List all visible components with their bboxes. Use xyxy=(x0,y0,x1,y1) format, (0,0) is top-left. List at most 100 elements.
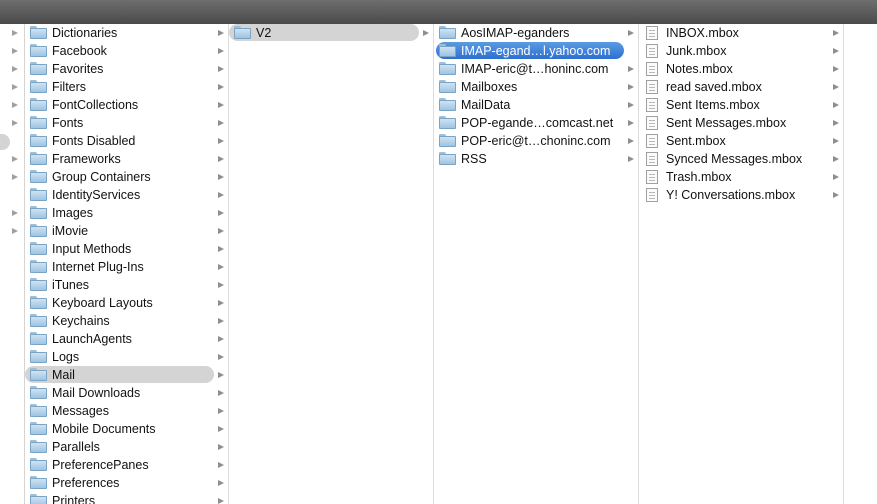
chevron-right-icon xyxy=(218,444,224,450)
list-item[interactable]: Messages xyxy=(25,402,228,420)
list-item[interactable]: IMAP-egand…l.yahoo.com xyxy=(434,42,638,60)
list-item[interactable]: PreferencePanes xyxy=(25,456,228,474)
list-item[interactable]: V2 xyxy=(229,24,433,42)
list-item[interactable]: Facebook xyxy=(25,42,228,60)
list-item[interactable]: Input Methods xyxy=(25,240,228,258)
chevron-right-icon xyxy=(628,120,634,126)
folder-icon xyxy=(30,80,47,94)
folder-icon xyxy=(30,134,47,148)
column-parent-edge[interactable] xyxy=(0,24,25,504)
folder-icon xyxy=(439,152,456,166)
list-item[interactable]: Filters xyxy=(25,78,228,96)
folder-icon xyxy=(30,62,47,76)
folder-icon xyxy=(439,134,456,148)
folder-icon xyxy=(30,368,47,382)
list-item[interactable]: FontCollections xyxy=(25,96,228,114)
list-item[interactable]: POP-eric@t…choninc.com xyxy=(434,132,638,150)
list-item[interactable]: Trash.mbox xyxy=(639,168,843,186)
list-item[interactable]: IMAP-eric@t…honinc.com xyxy=(434,60,638,78)
item-label: POP-eric@t…choninc.com xyxy=(461,134,611,148)
list-item[interactable]: Mail Downloads xyxy=(25,384,228,402)
item-label: INBOX.mbox xyxy=(666,26,739,40)
column-imap-yahoo[interactable]: INBOX.mbox Junk.mbox Notes.mbox read saved.… xyxy=(639,24,844,504)
list-item[interactable]: Keyboard Layouts xyxy=(25,294,228,312)
list-item[interactable]: MailData xyxy=(434,96,638,114)
column-library[interactable]: Dictionaries Facebook Favorites Filters Font… xyxy=(25,24,229,504)
chevron-right-icon xyxy=(218,354,224,360)
item-label: Sent.mbox xyxy=(666,134,726,148)
chevron-right-icon xyxy=(218,426,224,432)
folder-icon xyxy=(30,278,47,292)
chevron-right-icon xyxy=(12,156,18,162)
list-item[interactable]: Mailboxes xyxy=(434,78,638,96)
list-item[interactable]: Sent Items.mbox xyxy=(639,96,843,114)
item-label: Facebook xyxy=(52,44,107,58)
list-item[interactable]: Mobile Documents xyxy=(25,420,228,438)
list-item[interactable]: Internet Plug-Ins xyxy=(25,258,228,276)
list-item[interactable]: Keychains xyxy=(25,312,228,330)
column-mail[interactable]: V2 xyxy=(229,24,434,504)
folder-icon xyxy=(439,26,456,40)
chevron-right-icon xyxy=(628,102,634,108)
list-item[interactable]: Fonts Disabled xyxy=(25,132,228,150)
chevron-right-icon xyxy=(423,30,429,36)
item-label: Trash.mbox xyxy=(666,170,732,184)
item-label: Input Methods xyxy=(52,242,132,256)
chevron-right-icon xyxy=(218,498,224,504)
list-item[interactable]: Parallels xyxy=(25,438,228,456)
folder-icon xyxy=(30,152,47,166)
list-item[interactable]: Images xyxy=(25,204,228,222)
item-label: Fonts Disabled xyxy=(52,134,136,148)
list-item[interactable]: Sent.mbox xyxy=(639,132,843,150)
chevron-right-icon xyxy=(12,120,18,126)
list-item[interactable]: Printers xyxy=(25,492,228,504)
folder-icon xyxy=(30,494,47,504)
chevron-right-icon xyxy=(218,30,224,36)
folder-icon xyxy=(439,98,456,112)
list-item[interactable]: Y! Conversations.mbox xyxy=(639,186,843,204)
folder-icon xyxy=(30,476,47,490)
mbox-package-icon xyxy=(646,188,658,202)
list-item[interactable]: INBOX.mbox xyxy=(639,24,843,42)
folder-icon xyxy=(30,458,47,472)
finder-column-browser: Dictionaries Facebook Favorites Filters Font… xyxy=(0,24,877,504)
folder-icon xyxy=(30,170,47,184)
item-label: Images xyxy=(52,206,93,220)
selection-highlight xyxy=(0,134,10,150)
list-item[interactable]: AosIMAP-eganders xyxy=(434,24,638,42)
list-item[interactable]: IdentityServices xyxy=(25,186,228,204)
list-item[interactable]: RSS xyxy=(434,150,638,168)
list-item[interactable]: LaunchAgents xyxy=(25,330,228,348)
chevron-right-icon xyxy=(218,174,224,180)
chevron-right-icon xyxy=(12,228,18,234)
list-item[interactable]: Junk.mbox xyxy=(639,42,843,60)
list-item[interactable]: iMovie xyxy=(25,222,228,240)
list-item[interactable]: Mail xyxy=(25,366,228,384)
list-item[interactable]: Synced Messages.mbox xyxy=(639,150,843,168)
list-item[interactable]: Preferences xyxy=(25,474,228,492)
column-v2[interactable]: AosIMAP-eganders IMAP-egand…l.yahoo.com IM… xyxy=(434,24,639,504)
chevron-right-icon xyxy=(833,66,839,72)
list-item[interactable]: read saved.mbox xyxy=(639,78,843,96)
mbox-package-icon xyxy=(646,98,658,112)
item-label: Favorites xyxy=(52,62,104,76)
list-item[interactable]: Fonts xyxy=(25,114,228,132)
column-empty[interactable] xyxy=(844,24,877,504)
chevron-right-icon xyxy=(218,408,224,414)
list-item[interactable]: Dictionaries xyxy=(25,24,228,42)
list-item[interactable]: Frameworks xyxy=(25,150,228,168)
list-item[interactable]: Logs xyxy=(25,348,228,366)
chevron-right-icon xyxy=(218,210,224,216)
list-item[interactable]: iTunes xyxy=(25,276,228,294)
list-item[interactable]: Group Containers xyxy=(25,168,228,186)
mbox-package-icon xyxy=(646,134,658,148)
folder-icon xyxy=(30,242,47,256)
item-label: Mail Downloads xyxy=(52,386,141,400)
list-item[interactable]: POP-egande…comcast.net xyxy=(434,114,638,132)
list-item[interactable]: Favorites xyxy=(25,60,228,78)
list-item[interactable]: Sent Messages.mbox xyxy=(639,114,843,132)
item-label: LaunchAgents xyxy=(52,332,132,346)
folder-icon xyxy=(30,404,47,418)
list-item[interactable]: Notes.mbox xyxy=(639,60,843,78)
folder-icon xyxy=(234,26,251,40)
